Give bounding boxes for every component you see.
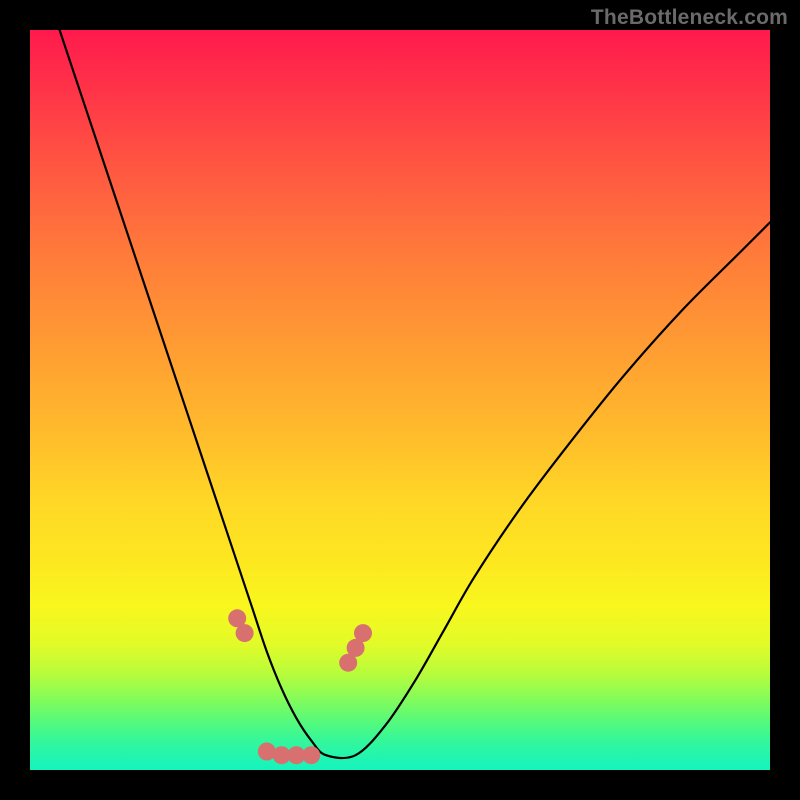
curve-layer: [30, 30, 770, 770]
watermark-text: TheBottleneck.com: [591, 6, 788, 30]
highlighted-markers: [228, 609, 372, 764]
marker-point: [302, 746, 320, 764]
marker-point: [354, 624, 372, 642]
chart-frame: TheBottleneck.com: [0, 0, 800, 800]
marker-point: [236, 624, 254, 642]
plot-area: [30, 30, 770, 770]
bottleneck-curve: [60, 30, 770, 758]
